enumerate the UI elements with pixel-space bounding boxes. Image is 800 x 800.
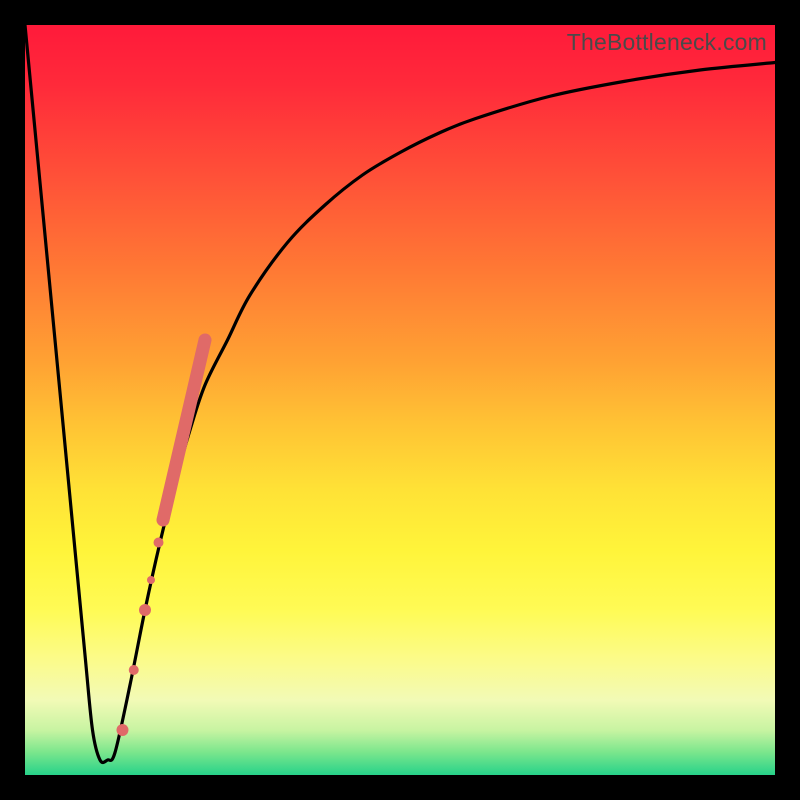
plot-area: TheBottleneck.com [25, 25, 775, 775]
chart-svg [25, 25, 775, 775]
highlight-thick-segment [163, 340, 205, 520]
bottleneck-curve [25, 25, 775, 763]
highlight-dot [139, 604, 151, 616]
highlight-dot [154, 538, 164, 548]
highlight-dot [129, 665, 139, 675]
chart-frame: TheBottleneck.com [0, 0, 800, 800]
highlight-dot [117, 724, 129, 736]
curve-layer [25, 25, 775, 763]
highlight-dot [170, 463, 180, 473]
highlight-dot [195, 349, 207, 361]
highlight-dot [147, 576, 155, 584]
